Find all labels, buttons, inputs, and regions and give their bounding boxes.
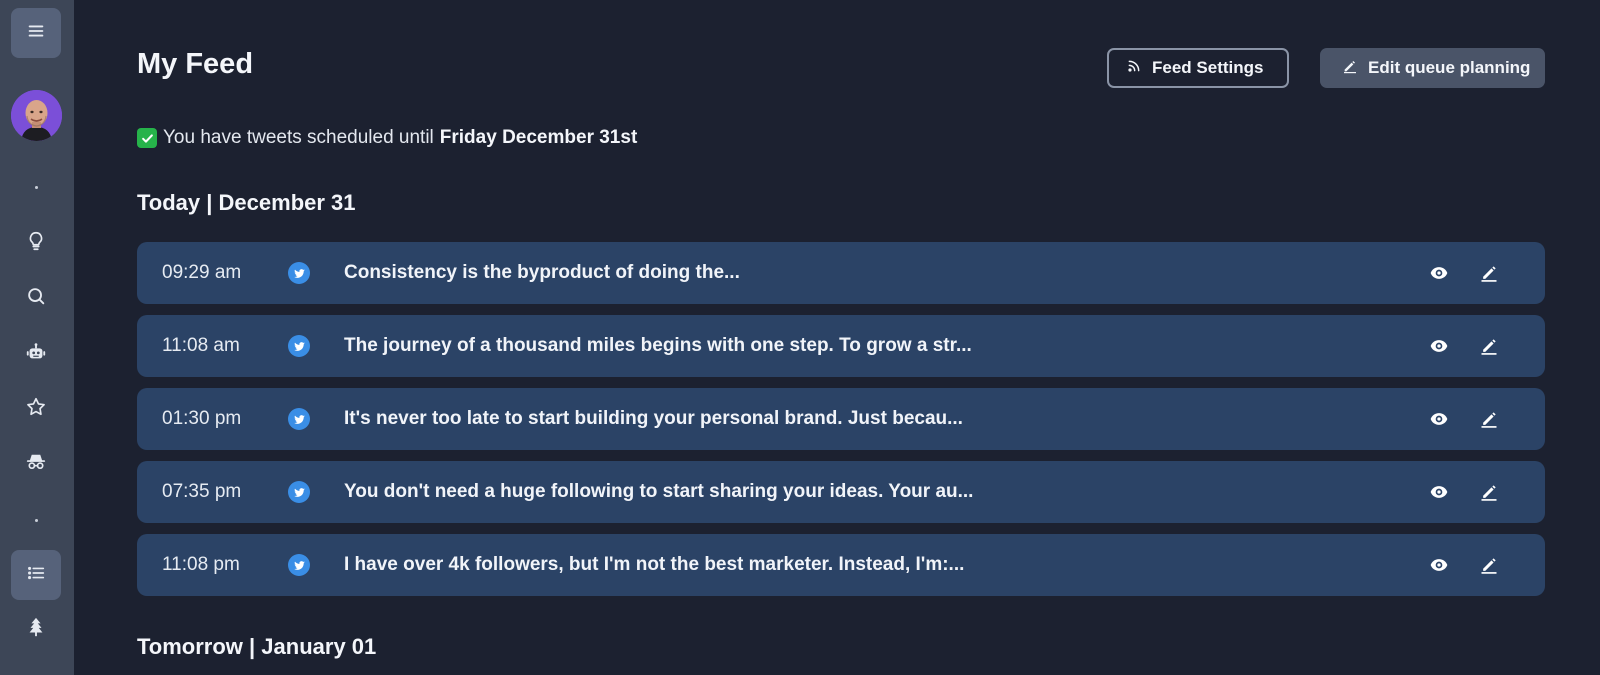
feed-settings-button[interactable]: Feed Settings [1107, 48, 1289, 88]
search-icon [25, 285, 47, 312]
tweet-time: 01:30 pm [162, 408, 242, 429]
avatar[interactable] [11, 90, 62, 141]
separator-dot [35, 519, 38, 522]
eye-icon[interactable] [1425, 405, 1453, 433]
separator-dot [35, 186, 38, 189]
tweet-text: Consistency is the byproduct of doing th… [344, 262, 740, 283]
tweet-time: 11:08 am [162, 335, 240, 356]
tweet-time: 09:29 am [162, 262, 242, 283]
schedule-status: You have tweets scheduled until Friday D… [137, 127, 637, 149]
star-icon [25, 396, 47, 423]
rss-icon [1126, 58, 1142, 79]
tweet-text: The journey of a thousand miles begins w… [344, 335, 972, 356]
tweet-text: I have over 4k followers, but I'm not th… [344, 554, 965, 575]
pencil-icon[interactable] [1475, 405, 1503, 433]
twitter-icon [288, 335, 310, 357]
pencil-icon[interactable] [1475, 478, 1503, 506]
sidebar-item-queue[interactable] [11, 550, 61, 600]
sidebar-item-ideas[interactable] [11, 218, 61, 268]
sidebar-item-incognito[interactable] [11, 439, 61, 489]
pencil-icon [1342, 58, 1358, 79]
tweet-row[interactable]: 11:08 am The journey of a thousand miles… [137, 315, 1545, 377]
lightbulb-icon [25, 230, 47, 257]
twitter-icon [288, 408, 310, 430]
sidebar-item-search[interactable] [11, 273, 61, 323]
tweet-text: You don't need a huge following to start… [344, 481, 974, 502]
edit-queue-button[interactable]: Edit queue planning [1320, 48, 1545, 88]
eye-icon[interactable] [1425, 551, 1453, 579]
eye-icon[interactable] [1425, 332, 1453, 360]
list-icon [25, 562, 47, 589]
tweet-text: It's never too late to start building yo… [344, 408, 963, 429]
main-content: My Feed Feed Settings Edit queue plannin… [74, 0, 1600, 675]
sidebar-item-favorites[interactable] [11, 384, 61, 434]
feed-settings-label: Feed Settings [1152, 58, 1264, 77]
status-until-date: Friday December 31st [439, 127, 638, 148]
eye-icon[interactable] [1425, 259, 1453, 287]
twitter-icon [288, 481, 310, 503]
app: My Feed Feed Settings Edit queue plannin… [0, 0, 1600, 675]
menu-icon [25, 20, 47, 47]
edit-queue-label: Edit queue planning [1368, 58, 1531, 77]
tweet-time: 11:08 pm [162, 554, 240, 575]
check-icon [137, 128, 157, 148]
sidebar-item-bot[interactable] [11, 329, 61, 379]
page-title: My Feed [137, 48, 254, 80]
day-heading-tomorrow: Tomorrow | January 01 [137, 634, 377, 659]
status-text: You have tweets scheduled until [163, 127, 434, 148]
tweet-row[interactable]: 01:30 pm It's never too late to start bu… [137, 388, 1545, 450]
day-heading-today: Today | December 31 [137, 190, 356, 215]
twitter-icon [288, 554, 310, 576]
sidebar [0, 0, 74, 675]
sidebar-item-evergreen[interactable] [11, 604, 61, 654]
tweet-list: 09:29 am Consistency is the byproduct of… [137, 242, 1545, 607]
twitter-icon [288, 262, 310, 284]
tweet-time: 07:35 pm [162, 481, 242, 502]
tweet-row[interactable]: 07:35 pm You don't need a huge following… [137, 461, 1545, 523]
pencil-icon[interactable] [1475, 259, 1503, 287]
incognito-icon [25, 451, 47, 478]
tweet-row[interactable]: 11:08 pm I have over 4k followers, but I… [137, 534, 1545, 596]
tweet-row[interactable]: 09:29 am Consistency is the byproduct of… [137, 242, 1545, 304]
eye-icon[interactable] [1425, 478, 1453, 506]
pencil-icon[interactable] [1475, 551, 1503, 579]
tree-icon [25, 616, 47, 643]
menu-button[interactable] [11, 8, 61, 58]
robot-icon [25, 341, 47, 368]
pencil-icon[interactable] [1475, 332, 1503, 360]
